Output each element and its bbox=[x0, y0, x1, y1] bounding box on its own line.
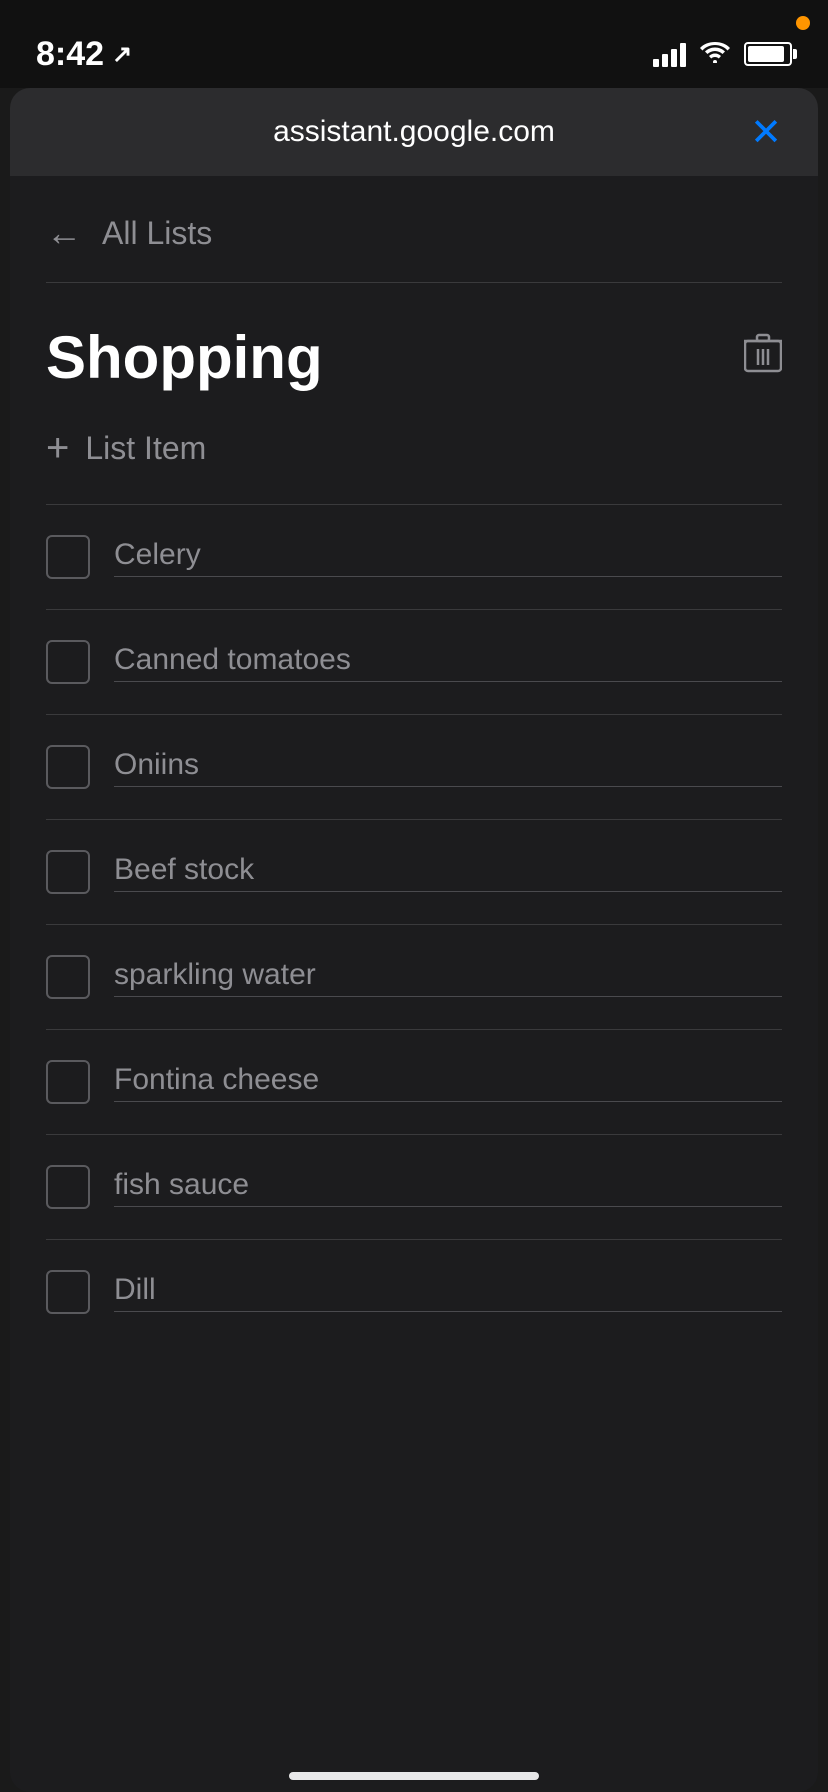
item-name-4: Beef stock bbox=[114, 853, 782, 892]
list-title: Shopping bbox=[46, 323, 323, 392]
browser-url: assistant.google.com bbox=[96, 115, 732, 149]
item-name-2: Canned tomatoes bbox=[114, 643, 782, 682]
item-name-6: Fontina cheese bbox=[114, 1063, 782, 1102]
item-name-7: fish sauce bbox=[114, 1168, 782, 1207]
delete-list-button[interactable] bbox=[744, 332, 782, 383]
list-item: fish sauce bbox=[46, 1135, 782, 1240]
item-name-8: Dill bbox=[114, 1273, 782, 1312]
item-name-3: Oniins bbox=[114, 748, 782, 787]
status-time: 8:42 ↗ bbox=[36, 35, 132, 74]
nav-header: ← All Lists bbox=[10, 176, 818, 282]
home-indicator bbox=[289, 1772, 539, 1780]
item-name-5: sparkling water bbox=[114, 958, 782, 997]
add-item-button[interactable]: + List Item bbox=[10, 412, 818, 504]
add-item-label: List Item bbox=[85, 430, 206, 467]
item-checkbox-1[interactable] bbox=[46, 535, 90, 579]
shopping-items-list: Celery Canned tomatoes Oniins Beef stock… bbox=[10, 505, 818, 1344]
item-checkbox-8[interactable] bbox=[46, 1270, 90, 1314]
location-arrow-icon: ↗ bbox=[112, 40, 132, 69]
battery-icon bbox=[744, 42, 792, 66]
item-checkbox-2[interactable] bbox=[46, 640, 90, 684]
back-button[interactable]: ← bbox=[46, 212, 82, 254]
list-item: Beef stock bbox=[46, 820, 782, 925]
list-item: Oniins bbox=[46, 715, 782, 820]
list-item: Celery bbox=[46, 505, 782, 610]
item-checkbox-4[interactable] bbox=[46, 850, 90, 894]
list-header: Shopping bbox=[10, 283, 818, 412]
list-item: Dill bbox=[46, 1240, 782, 1344]
notification-dot bbox=[796, 16, 810, 30]
wifi-icon bbox=[700, 39, 730, 70]
status-bar: 8:42 ↗ bbox=[0, 0, 828, 88]
item-checkbox-3[interactable] bbox=[46, 745, 90, 789]
time-display: 8:42 bbox=[36, 35, 104, 74]
list-item: sparkling water bbox=[46, 925, 782, 1030]
plus-icon: + bbox=[46, 428, 69, 468]
list-item: Canned tomatoes bbox=[46, 610, 782, 715]
status-right-icons bbox=[653, 39, 792, 70]
item-checkbox-5[interactable] bbox=[46, 955, 90, 999]
item-checkbox-7[interactable] bbox=[46, 1165, 90, 1209]
all-lists-label[interactable]: All Lists bbox=[102, 215, 212, 252]
item-checkbox-6[interactable] bbox=[46, 1060, 90, 1104]
list-item: Fontina cheese bbox=[46, 1030, 782, 1135]
signal-icon bbox=[653, 41, 686, 67]
close-button[interactable]: ✕ bbox=[732, 110, 782, 155]
main-content: ← All Lists Shopping + List Item Celery bbox=[10, 176, 818, 1792]
item-name-1: Celery bbox=[114, 538, 782, 577]
browser-bar: assistant.google.com ✕ bbox=[10, 88, 818, 176]
